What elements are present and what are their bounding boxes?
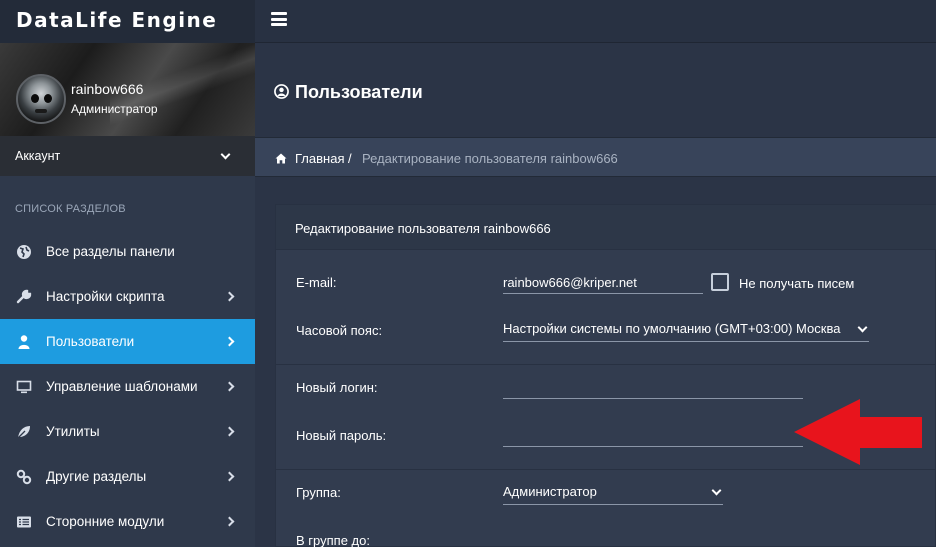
user-role: Администратор bbox=[71, 102, 158, 116]
monitor-icon bbox=[16, 380, 32, 394]
avatar[interactable] bbox=[16, 74, 66, 124]
sidebar-item-script-settings[interactable]: Настройки скрипта bbox=[0, 274, 255, 319]
wrench-icon bbox=[16, 289, 32, 304]
divider bbox=[276, 364, 936, 365]
page-title: Пользователи bbox=[295, 82, 423, 102]
sidebar-item-label: Пользователи bbox=[46, 334, 135, 349]
sidebar-item-label: Другие разделы bbox=[46, 469, 147, 484]
card-title: Редактирование пользователя rainbow666 bbox=[295, 221, 551, 236]
group-label: Группа: bbox=[296, 485, 341, 500]
sidebar-item-label: Управление шаблонами bbox=[46, 379, 198, 394]
sidebar: rainbow666 Администратор Аккаунт СПИСОК … bbox=[0, 43, 270, 547]
breadcrumb-current: Редактирование пользователя rainbow666 bbox=[362, 151, 618, 166]
page-header: Пользователи bbox=[255, 43, 936, 136]
email-label: E-mail: bbox=[296, 275, 337, 290]
new-password-field[interactable] bbox=[503, 425, 803, 447]
group-select[interactable]: Администратор bbox=[503, 481, 723, 505]
chevron-right-icon bbox=[224, 381, 235, 392]
brand[interactable]: DataLife Engine bbox=[0, 0, 255, 43]
user-name: rainbow666 bbox=[71, 81, 144, 97]
link-icon bbox=[16, 469, 32, 485]
hamburger-menu-icon[interactable] bbox=[271, 12, 287, 26]
section-title: СПИСОК РАЗДЕЛОВ bbox=[15, 203, 126, 215]
new-login-field[interactable] bbox=[503, 377, 803, 399]
app-title: DataLife Engine bbox=[16, 8, 218, 32]
chevron-right-icon bbox=[224, 291, 235, 302]
timezone-selected: Настройки системы по умолчанию (GMT+03:0… bbox=[503, 321, 841, 336]
sidebar-item-other-sections[interactable]: Другие разделы bbox=[0, 454, 255, 499]
group-until-label: В группе до: bbox=[296, 533, 370, 547]
sidebar-item-templates[interactable]: Управление шаблонами bbox=[0, 364, 255, 409]
chevron-right-icon bbox=[224, 426, 235, 437]
new-login-label: Новый логин: bbox=[296, 380, 378, 395]
top-bar: DataLife Engine bbox=[0, 0, 936, 43]
timezone-select[interactable]: Настройки системы по умолчанию (GMT+03:0… bbox=[503, 318, 869, 342]
chevron-down-icon bbox=[857, 322, 868, 333]
chevron-down-icon bbox=[220, 149, 231, 160]
no-mail-checkbox[interactable] bbox=[711, 273, 729, 291]
edit-user-card: Редактирование пользователя rainbow666 E… bbox=[275, 204, 936, 547]
leaf-icon bbox=[17, 426, 30, 439]
breadcrumb-home-link[interactable]: Главная bbox=[295, 151, 344, 166]
sidebar-item-label: Утилиты bbox=[46, 424, 100, 439]
sidebar-item-all-sections[interactable]: Все разделы панели bbox=[0, 229, 255, 274]
no-mail-label: Не получать писем bbox=[739, 276, 855, 291]
divider bbox=[276, 469, 936, 470]
red-arrow-icon bbox=[794, 399, 922, 465]
account-label: Аккаунт bbox=[15, 149, 61, 163]
card-header: Редактирование пользователя rainbow666 bbox=[276, 205, 936, 250]
globe-icon bbox=[17, 245, 31, 259]
sidebar-item-label: Все разделы панели bbox=[46, 244, 175, 259]
chevron-right-icon bbox=[224, 516, 235, 527]
breadcrumb-separator: / bbox=[348, 151, 352, 166]
chevron-right-icon bbox=[224, 471, 235, 482]
sidebar-item-users[interactable]: Пользователи bbox=[0, 319, 255, 364]
breadcrumb: Главная / Редактирование пользователя ra… bbox=[255, 137, 936, 177]
user-panel: rainbow666 Администратор bbox=[0, 43, 270, 136]
user-circle-icon bbox=[274, 84, 289, 99]
account-dropdown[interactable]: Аккаунт bbox=[0, 136, 255, 176]
home-icon bbox=[275, 153, 287, 164]
sidebar-item-third-party-modules[interactable]: Сторонние модули bbox=[0, 499, 255, 544]
chevron-down-icon bbox=[711, 485, 722, 496]
sidebar-nav: Все разделы панели Настройки скрипта Пол… bbox=[0, 229, 255, 544]
sidebar-item-utilities[interactable]: Утилиты bbox=[0, 409, 255, 454]
group-selected: Администратор bbox=[503, 484, 597, 499]
chevron-right-icon bbox=[224, 336, 235, 347]
sidebar-item-label: Сторонние модули bbox=[46, 514, 165, 529]
new-password-label: Новый пароль: bbox=[296, 428, 387, 443]
sidebar-item-label: Настройки скрипта bbox=[46, 289, 165, 304]
list-icon bbox=[17, 516, 31, 528]
user-icon bbox=[18, 335, 30, 349]
timezone-label: Часовой пояс: bbox=[296, 323, 383, 338]
email-field[interactable] bbox=[503, 272, 703, 294]
